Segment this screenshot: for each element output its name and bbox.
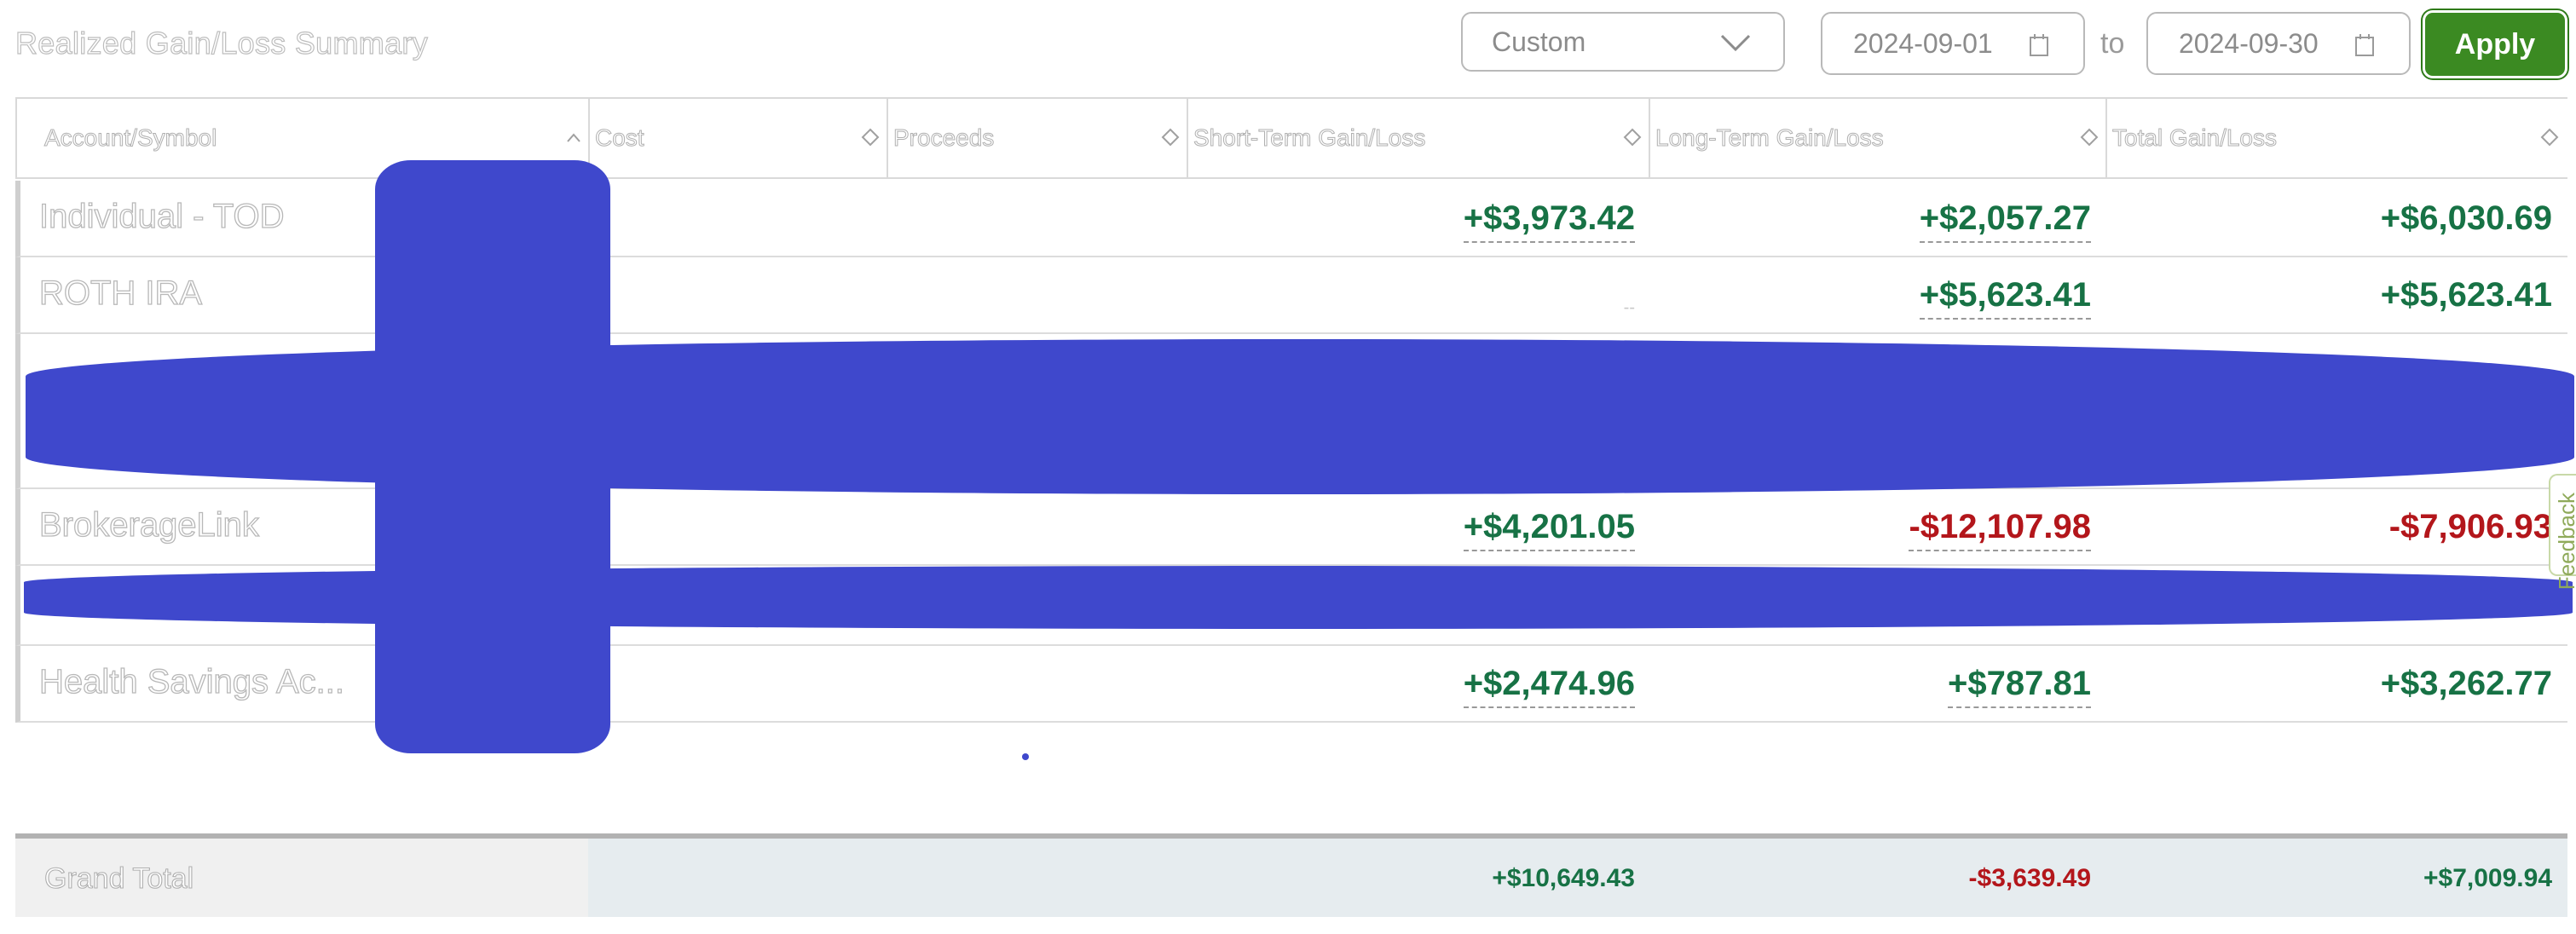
sort-asc-icon [567, 133, 580, 142]
calendar-icon [2355, 34, 2374, 56]
page-title: Realized Gain/Loss Summary [14, 25, 428, 61]
total-value: -$7,906.93 [2388, 508, 2552, 545]
sort-icon [861, 128, 880, 147]
sort-icon [1161, 128, 1180, 147]
grand-total-label-cell: Grand Total [15, 839, 588, 917]
chevron-down-icon [1720, 34, 1751, 52]
column-header-label: Total Gain/Loss [2112, 124, 2278, 152]
long-term-value[interactable]: +$2,057.27 [1919, 199, 2091, 243]
account-name: BrokerageLink [38, 505, 259, 544]
column-header-cost[interactable]: Cost [590, 99, 888, 177]
realized-gain-loss-page: Realized Gain/Loss Summary Custom 2024-0… [0, 0, 2576, 934]
grand-total-total: +$7,009.94 [2423, 864, 2552, 892]
sort-icon [1623, 128, 1642, 147]
total-value: +$5,623.41 [2380, 276, 2552, 314]
column-header-label: Long-Term Gain/Loss [1655, 124, 1885, 152]
sort-icon [2080, 128, 2099, 147]
to-date-value: 2024-09-30 [2179, 27, 2319, 59]
stray-dot [1022, 753, 1029, 760]
account-name: Health Savings Ac... [38, 662, 344, 700]
grand-total-label: Grand Total [43, 862, 194, 895]
date-range-select[interactable]: Custom [1461, 12, 1785, 72]
from-date-input[interactable]: 2024-09-01 [1821, 12, 2085, 75]
redaction-column [375, 160, 610, 753]
to-label: to [2100, 27, 2125, 60]
account-name: ROTH IRA [38, 274, 203, 312]
from-date-value: 2024-09-01 [1853, 27, 1993, 59]
long-term-value[interactable]: -$12,107.98 [1909, 508, 2091, 551]
feedback-tab[interactable]: Feedback [2549, 474, 2576, 590]
grand-total-long-term: -$3,639.49 [1968, 864, 2091, 892]
account-name: Individual - TOD [38, 197, 285, 235]
column-header-label: Short-Term Gain/Loss [1193, 124, 1426, 152]
column-header-label: Cost [595, 124, 645, 152]
column-header-label: Proceeds [892, 124, 995, 152]
date-range-value: Custom [1492, 26, 1586, 57]
short-term-value[interactable]: +$4,201.05 [1463, 508, 1635, 551]
grand-total-row: Grand Total +$10,649.43 -$3,639.49 +$7,0… [15, 839, 2567, 917]
column-header-proceeds[interactable]: Proceeds [888, 99, 1188, 177]
long-term-value[interactable]: +$787.81 [1948, 665, 2091, 708]
column-header-label: Account/Symbol [43, 124, 217, 152]
calendar-icon [2030, 34, 2048, 56]
short-term-value[interactable]: +$2,474.96 [1463, 665, 1635, 708]
total-value: +$6,030.69 [2380, 199, 2552, 237]
column-header-long-term[interactable]: Long-Term Gain/Loss [1650, 99, 2107, 177]
to-date-input[interactable]: 2024-09-30 [2146, 12, 2411, 75]
total-value: +$3,262.77 [2380, 665, 2552, 702]
grand-total-short-term: +$10,649.43 [1492, 864, 1635, 892]
column-header-total[interactable]: Total Gain/Loss [2107, 99, 2566, 177]
feedback-label: Feedback [2554, 493, 2576, 591]
sort-icon [2540, 128, 2559, 147]
short-term-value: -- [1623, 298, 1635, 317]
column-header-short-term[interactable]: Short-Term Gain/Loss [1188, 99, 1650, 177]
short-term-value[interactable]: +$3,973.42 [1463, 199, 1635, 243]
apply-button[interactable]: Apply [2423, 10, 2567, 78]
long-term-value[interactable]: +$5,623.41 [1919, 276, 2091, 320]
